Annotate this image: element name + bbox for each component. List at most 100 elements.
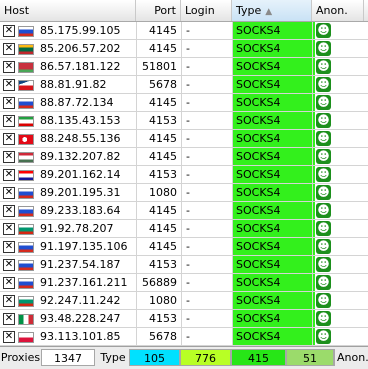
- row-checkbox[interactable]: ✕: [3, 133, 15, 145]
- table-row[interactable]: ✕ 88.248.55.136 4145- SOCKS4 ☻: [0, 130, 368, 148]
- row-checkbox[interactable]: ✕: [3, 331, 15, 343]
- table-row[interactable]: ✕ 89.201.195.31 1080- SOCKS4 ☻: [0, 184, 368, 202]
- flag-bg-icon: [18, 296, 34, 307]
- login-value: -: [186, 76, 190, 94]
- type-value: SOCKS4: [233, 220, 315, 238]
- grid-line: [312, 310, 313, 328]
- row-checkbox[interactable]: ✕: [3, 313, 15, 325]
- grid-line: [232, 22, 233, 40]
- login-value: -: [186, 238, 190, 256]
- login-value: -: [186, 22, 190, 40]
- column-login[interactable]: Login: [181, 0, 232, 21]
- port-value: 4145: [136, 22, 177, 40]
- type-count-3: 415: [231, 349, 286, 366]
- grid-line: [232, 310, 233, 328]
- grid-line: [136, 112, 137, 130]
- row-checkbox[interactable]: ✕: [3, 97, 15, 109]
- grid-line: [181, 220, 182, 238]
- table-row[interactable]: ✕ 92.247.11.242 1080- SOCKS4 ☻: [0, 292, 368, 310]
- column-host[interactable]: Host: [0, 0, 136, 21]
- table-row[interactable]: ✕ 89.201.162.14 4153- SOCKS4 ☻: [0, 166, 368, 184]
- grid-line: [136, 58, 137, 76]
- grid-line: [136, 22, 137, 40]
- grid-line: [312, 238, 313, 256]
- anonymous-mask-icon: ☻: [316, 257, 331, 272]
- row-checkbox[interactable]: ✕: [3, 187, 15, 199]
- row-checkbox[interactable]: ✕: [3, 115, 15, 127]
- grid-line: [181, 22, 182, 40]
- flag-ru-icon: [18, 260, 34, 271]
- type-value: SOCKS4: [233, 40, 315, 58]
- table-row[interactable]: ✕ 93.113.101.85 5678- SOCKS4 ☻: [0, 328, 368, 346]
- type-value: SOCKS4: [233, 130, 315, 148]
- table-row[interactable]: ✕ 86.57.181.122 51801- SOCKS4 ☻: [0, 58, 368, 76]
- grid-line: [232, 256, 233, 274]
- grid-line: [232, 274, 233, 292]
- grid-line: [181, 166, 182, 184]
- row-checkbox[interactable]: ✕: [3, 241, 15, 253]
- flag-hu-icon: [18, 152, 34, 163]
- table-row[interactable]: ✕ 89.233.183.64 4145- SOCKS4 ☻: [0, 202, 368, 220]
- row-checkbox[interactable]: ✕: [3, 169, 15, 181]
- table-row[interactable]: ✕ 91.92.78.207 4145- SOCKS4 ☻: [0, 220, 368, 238]
- table-row[interactable]: ✕ 85.206.57.202 4145- SOCKS4 ☻: [0, 40, 368, 58]
- grid-line: [312, 328, 313, 346]
- row-checkbox[interactable]: ✕: [3, 295, 15, 307]
- anonymous-mask-icon: ☻: [316, 131, 331, 146]
- row-checkbox[interactable]: ✕: [3, 151, 15, 163]
- login-value: -: [186, 256, 190, 274]
- row-checkbox[interactable]: ✕: [3, 43, 15, 55]
- login-value: -: [186, 148, 190, 166]
- grid-line: [232, 148, 233, 166]
- row-checkbox[interactable]: ✕: [3, 205, 15, 217]
- table-row[interactable]: ✕ 91.237.161.211 56889- SOCKS4 ☻: [0, 274, 368, 292]
- port-value: 4145: [136, 40, 177, 58]
- grid-line: [312, 22, 313, 40]
- type-value: SOCKS4: [233, 202, 315, 220]
- port-value: 4145: [136, 130, 177, 148]
- login-value: -: [186, 40, 190, 58]
- column-header: Host Port Login Type ▲ Anon.: [0, 0, 368, 22]
- proxies-count: 1347: [41, 349, 95, 366]
- login-value: -: [186, 184, 190, 202]
- table-row[interactable]: ✕ 88.135.43.153 4153- SOCKS4 ☻: [0, 112, 368, 130]
- table-row[interactable]: ✕ 85.175.99.105 4145- SOCKS4 ☻: [0, 22, 368, 40]
- table-row[interactable]: ✕ 88.87.72.134 4145- SOCKS4 ☻: [0, 94, 368, 112]
- column-anon[interactable]: Anon.: [312, 0, 364, 21]
- table-row[interactable]: ✕ 89.132.207.82 4145- SOCKS4 ☻: [0, 148, 368, 166]
- grid-line: [312, 58, 313, 76]
- sort-asc-icon: ▲: [265, 7, 273, 17]
- row-checkbox[interactable]: ✕: [3, 277, 15, 289]
- type-value: SOCKS4: [233, 292, 315, 310]
- login-value: -: [186, 130, 190, 148]
- host-ip: 88.248.55.136: [40, 130, 121, 148]
- host-ip: 88.135.43.153: [40, 112, 121, 130]
- table-row[interactable]: ✕ 91.237.54.187 4153- SOCKS4 ☻: [0, 256, 368, 274]
- row-checkbox[interactable]: ✕: [3, 79, 15, 91]
- port-value: 4153: [136, 256, 177, 274]
- grid-line: [136, 328, 137, 346]
- port-value: 56889: [136, 274, 177, 292]
- grid-line: [181, 184, 182, 202]
- table-row[interactable]: ✕ 88.81.91.82 5678- SOCKS4 ☻: [0, 76, 368, 94]
- row-checkbox[interactable]: ✕: [3, 223, 15, 235]
- table-row[interactable]: ✕ 93.48.228.247 4153- SOCKS4 ☻: [0, 310, 368, 328]
- anonymous-mask-icon: ☻: [316, 311, 331, 326]
- host-ip: 91.237.54.187: [40, 256, 121, 274]
- flag-lt-icon: [18, 44, 34, 55]
- row-checkbox[interactable]: ✕: [3, 61, 15, 73]
- row-checkbox[interactable]: ✕: [3, 259, 15, 271]
- type-value: SOCKS4: [233, 166, 315, 184]
- host-ip: 85.206.57.202: [40, 40, 121, 58]
- anonymous-mask-icon: ☻: [316, 293, 331, 308]
- row-checkbox[interactable]: ✕: [3, 25, 15, 37]
- column-type[interactable]: Type ▲: [232, 0, 312, 21]
- port-value: 4145: [136, 220, 177, 238]
- login-value: -: [186, 220, 190, 238]
- anonymous-mask-icon: ☻: [316, 23, 331, 38]
- grid-line: [312, 94, 313, 112]
- grid-line: [136, 148, 137, 166]
- port-value: 4145: [136, 202, 177, 220]
- column-port[interactable]: Port: [136, 0, 181, 21]
- table-row[interactable]: ✕ 91.197.135.106 4145- SOCKS4 ☻: [0, 238, 368, 256]
